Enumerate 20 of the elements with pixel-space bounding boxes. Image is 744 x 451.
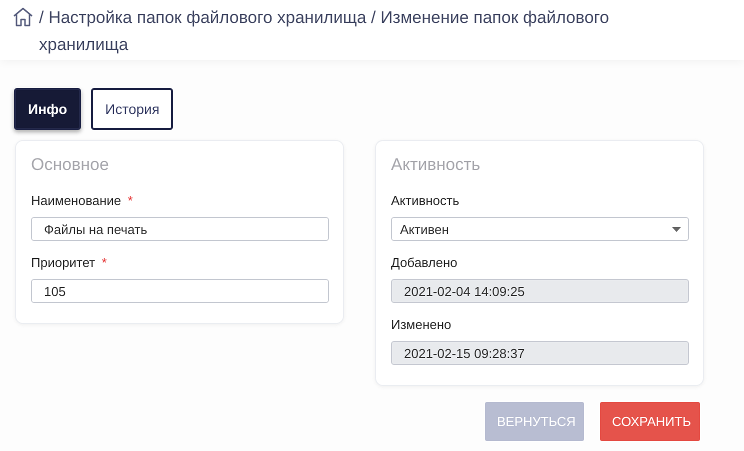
input-field[interactable]: 105 bbox=[31, 279, 329, 303]
input-field[interactable]: Файлы на печать bbox=[31, 217, 329, 241]
tab[interactable]: Инфо bbox=[14, 88, 82, 130]
caret-icon bbox=[672, 226, 681, 232]
dropdown-field[interactable]: Активен bbox=[391, 217, 689, 241]
field-label: Изменено bbox=[391, 317, 452, 332]
readonly-field[interactable]: 2021-02-15 09:28:37 bbox=[391, 341, 689, 365]
field-label: Наименование bbox=[31, 193, 122, 208]
card-title: Активность bbox=[391, 155, 482, 175]
field-label: Активность bbox=[391, 193, 460, 208]
tab[interactable]: История bbox=[91, 88, 174, 130]
field-label: Добавлено bbox=[391, 255, 458, 270]
readonly-field[interactable]: 2021-02-04 14:09:25 bbox=[391, 279, 689, 303]
save-button[interactable]: СОХРАНИТЬ bbox=[600, 402, 700, 441]
required-mark: * bbox=[102, 255, 107, 270]
field-label: Приоритет bbox=[31, 255, 96, 270]
home-icon[interactable] bbox=[12, 7, 34, 27]
required-mark: * bbox=[128, 193, 133, 208]
card-title: Основное bbox=[31, 155, 110, 175]
breadcrumb-path: / Настройка папок файлового хранилища / Изменение папок файлового хранилища bbox=[39, 7, 610, 56]
